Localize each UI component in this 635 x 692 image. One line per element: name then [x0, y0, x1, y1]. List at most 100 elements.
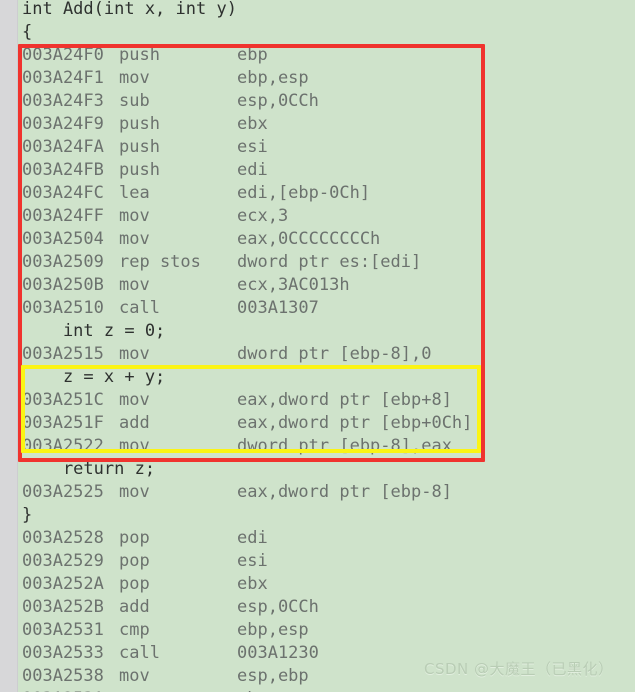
instruction-mnemonic: pop [119, 688, 237, 692]
disassembly-row[interactable]: 003A2531 cmp ebp,esp [18, 619, 309, 642]
disassembly-row[interactable]: 003A2533 call 003A1230 [18, 642, 319, 665]
disassembly-row[interactable]: 003A253Apopebp [18, 688, 268, 692]
instruction-address: 003A2533 [22, 643, 104, 663]
instruction-mnemonic: pop [119, 551, 150, 571]
source-code-text: return z; [22, 459, 156, 479]
instruction-address: 003A24F3 [22, 91, 104, 111]
instruction-operands: eax,0CCCCCCCCh [237, 229, 381, 249]
instruction-operands: edi [237, 528, 268, 548]
disassembly-row[interactable]: 003A2528 pop edi [18, 527, 268, 550]
disassembly-row[interactable]: 003A2522 mov dword ptr [ebp-8],eax [18, 435, 452, 458]
instruction-mnemonic: add [119, 597, 150, 617]
disassembly-view[interactable]: int Add(int x, int y){003A24F0 push ebp 003… [0, 0, 635, 692]
disassembly-row[interactable]: 003A24FB push edi [18, 159, 268, 182]
instruction-address: 003A2522 [22, 436, 104, 456]
csdn-watermark: CSDN @大魔王（已黑化） [424, 660, 614, 678]
instruction-mnemonic: push [119, 160, 160, 180]
instruction-address: 003A251F [22, 413, 104, 433]
instruction-address: 003A24FB [22, 160, 104, 180]
instruction-address: 003A2528 [22, 528, 104, 548]
instruction-operands: ebx [237, 574, 268, 594]
instruction-operands: ebp [237, 688, 268, 692]
instruction-operands: eax,dword ptr [ebp-8] [237, 482, 452, 502]
disassembly-row[interactable]: 003A2529 pop esi [18, 550, 268, 573]
instruction-address: 003A24FC [22, 183, 104, 203]
instruction-mnemonic: mov [119, 68, 150, 88]
instruction-address: 003A2504 [22, 229, 104, 249]
instruction-address: 003A24F0 [22, 45, 104, 65]
disassembly-row[interactable]: 003A24FC lea edi,[ebp-0Ch] [18, 182, 370, 205]
disassembly-row[interactable]: 003A2510 call 003A1307 [18, 297, 319, 320]
disassembly-row[interactable]: 003A24F1 mov ebp,esp [18, 67, 309, 90]
disassembly-row[interactable]: 003A24F9 push ebx [18, 113, 268, 136]
disassembly-row[interactable]: 003A252B add esp,0CCh [18, 596, 319, 619]
disassembly-row[interactable]: 003A252A pop ebx [18, 573, 268, 596]
source-code-row[interactable]: int z = 0; [18, 320, 165, 343]
disassembly-row[interactable]: 003A251C mov eax,dword ptr [ebp+8] [18, 389, 452, 412]
instruction-operands: dword ptr es:[edi] [237, 252, 422, 272]
instruction-address: 003A24F9 [22, 114, 104, 134]
instruction-address: 003A2510 [22, 298, 104, 318]
instruction-operands: ebp,esp [237, 68, 309, 88]
instruction-operands: eax,dword ptr [ebp+0Ch] [237, 413, 473, 433]
instruction-operands: esi [237, 551, 268, 571]
instruction-operands: esp,0CCh [237, 597, 319, 617]
instruction-operands: esp,ebp [237, 666, 309, 686]
disassembly-row[interactable]: 003A2525 mov eax,dword ptr [ebp-8] [18, 481, 452, 504]
disassembly-row[interactable]: 003A24F0 push ebp [18, 44, 268, 67]
disassembly-row[interactable]: 003A2504 mov eax,0CCCCCCCCh [18, 228, 380, 251]
source-code-text: int Add(int x, int y) [22, 0, 237, 19]
disassembly-row[interactable]: 003A2515 mov dword ptr [ebp-8],0 [18, 343, 431, 366]
instruction-address: 003A2531 [22, 620, 104, 640]
instruction-mnemonic: pop [119, 528, 150, 548]
source-code-row[interactable]: { [18, 21, 32, 44]
instruction-address: 003A24FF [22, 206, 104, 226]
source-code-row[interactable]: z = x + y; [18, 366, 165, 389]
instruction-operands: dword ptr [ebp-8],eax [237, 436, 452, 456]
instruction-address: 003A2529 [22, 551, 104, 571]
instruction-mnemonic: mov [119, 229, 150, 249]
instruction-address: 003A252B [22, 597, 104, 617]
source-code-row[interactable]: return z; [18, 458, 155, 481]
instruction-operands: 003A1307 [237, 298, 319, 318]
disassembly-row[interactable]: 003A250B mov ecx,3AC013h [18, 274, 350, 297]
instruction-mnemonic: push [119, 114, 160, 134]
instruction-mnemonic: cmp [119, 620, 150, 640]
instruction-mnemonic: mov [119, 436, 150, 456]
disassembly-row[interactable]: 003A2538 mov esp,ebp [18, 665, 309, 688]
instruction-operands: edi,[ebp-0Ch] [237, 183, 371, 203]
source-code-row[interactable]: int Add(int x, int y) [18, 0, 237, 21]
source-code-text: { [22, 22, 33, 42]
source-code-text: int z = 0; [22, 321, 166, 341]
instruction-operands: ebx [237, 114, 268, 134]
instruction-mnemonic: mov [119, 482, 150, 502]
instruction-address: 003A2509 [22, 252, 104, 272]
instruction-mnemonic: pop [119, 574, 150, 594]
instruction-operands: 003A1230 [237, 643, 319, 663]
instruction-operands: esi [237, 137, 268, 157]
disassembly-row[interactable]: 003A251F add eax,dword ptr [ebp+0Ch] [18, 412, 472, 435]
instruction-mnemonic: rep stos [119, 252, 201, 272]
instruction-mnemonic: call [119, 298, 160, 318]
disassembly-row[interactable]: 003A24F3 sub esp,0CCh [18, 90, 319, 113]
instruction-operands: eax,dword ptr [ebp+8] [237, 390, 452, 410]
instruction-address: 003A2538 [22, 666, 104, 686]
instruction-operands: ecx,3AC013h [237, 275, 350, 295]
instruction-address: 003A250B [22, 275, 104, 295]
instruction-mnemonic: call [119, 643, 160, 663]
disassembly-row[interactable]: 003A24FF mov ecx,3 [18, 205, 288, 228]
editor-gutter [0, 0, 18, 692]
instruction-mnemonic: push [119, 45, 160, 65]
instruction-operands: edi [237, 160, 268, 180]
code-listing[interactable]: int Add(int x, int y){003A24F0 push ebp 003… [18, 0, 635, 692]
disassembly-row[interactable]: 003A24FA push esi [18, 136, 268, 159]
instruction-address: 003A24F1 [22, 68, 104, 88]
disassembly-row[interactable]: 003A2509 rep stos dword ptr es:[edi] [18, 251, 421, 274]
instruction-operands: ecx,3 [237, 206, 289, 226]
instruction-address: 003A2515 [22, 344, 104, 364]
instruction-operands: ebp [237, 45, 268, 65]
source-code-row[interactable]: } [18, 504, 32, 527]
instruction-mnemonic: push [119, 137, 160, 157]
instruction-operands: ebp,esp [237, 620, 309, 640]
instruction-address: 003A252A [22, 574, 104, 594]
